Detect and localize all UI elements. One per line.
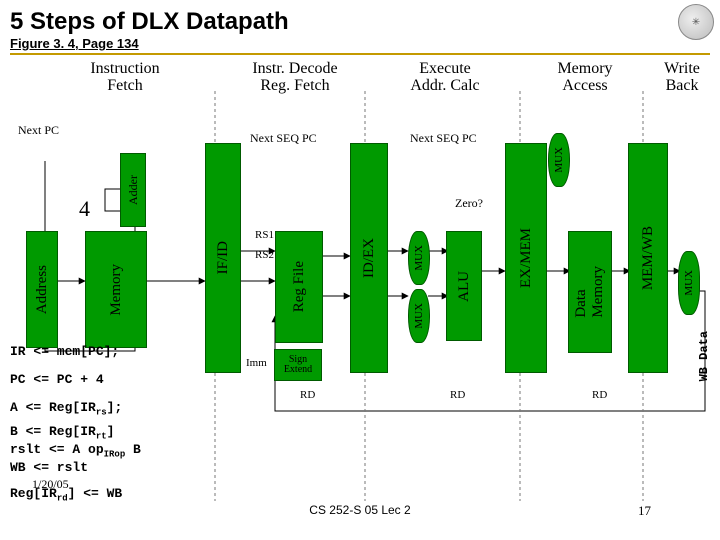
next-seq-pc-1: Next SEQ PC [250,131,317,146]
op-pc: PC <= PC + 4 [10,371,104,389]
rd-2: RD [450,389,465,401]
footer-center: CS 252-S 05 Lec 2 [270,503,450,517]
next-pc-label: Next PC [18,123,59,138]
stage-wb-label: Write Back [652,61,712,95]
data-memory-block: Data Memory [568,231,612,353]
mem-wb-reg: MEM/WB [628,143,668,373]
datapath-diagram: Instruction Fetch Instr. Decode Reg. Fet… [10,61,710,531]
divider [10,53,710,55]
ex-mem-reg: EX/MEM [505,143,547,373]
mux-alu-a: MUX [408,231,430,285]
next-seq-pc-2: Next SEQ PC [410,131,477,146]
footer-page: 17 [638,503,651,519]
stage-mem-label: Memory Access [540,61,630,95]
op-wb: WB <= rslt [10,459,88,477]
stage-ex-label: Execute Addr. Calc [395,61,495,95]
stage-if-label: Instruction Fetch [70,61,180,95]
logo-icon: ✳ [678,4,714,40]
zero-label: Zero? [455,196,483,211]
rs1-label: RS1 [255,229,274,241]
constant-4: 4 [79,196,90,222]
footer-date: 1/20/05 [32,477,69,492]
imm-label: Imm [246,357,267,369]
slide-subtitle: Figure 3. 4, Page 134 [10,36,710,51]
id-ex-reg: ID/EX [350,143,388,373]
op-a: A <= Reg[IRrs]; [10,399,122,419]
adder-block: Adder [120,153,146,227]
sign-extend-block: Sign Extend [274,349,322,381]
mux-pc: MUX [548,133,570,187]
if-id-reg: IF/ID [205,143,241,373]
rs2-label: RS2 [255,249,274,261]
op-rslt: rslt <= A opIRop B [10,441,141,461]
op-ir: IR <= mem[PC]; [10,343,119,361]
reg-file-block: Reg File [275,231,323,343]
address-block: Address [26,231,58,348]
rd-3: RD [592,389,607,401]
op-b: B <= Reg[IRrt] [10,423,114,443]
mux-wb: MUX [678,251,700,315]
alu-block: ALU [446,231,482,341]
wb-data-label: WB Data [697,331,711,381]
slide-title: 5 Steps of DLX Datapath [10,8,710,36]
memory-if-block: Memory [85,231,147,348]
stage-id-label: Instr. Decode Reg. Fetch [235,61,355,95]
mux-alu-b: MUX [408,289,430,343]
rd-1: RD [300,389,315,401]
